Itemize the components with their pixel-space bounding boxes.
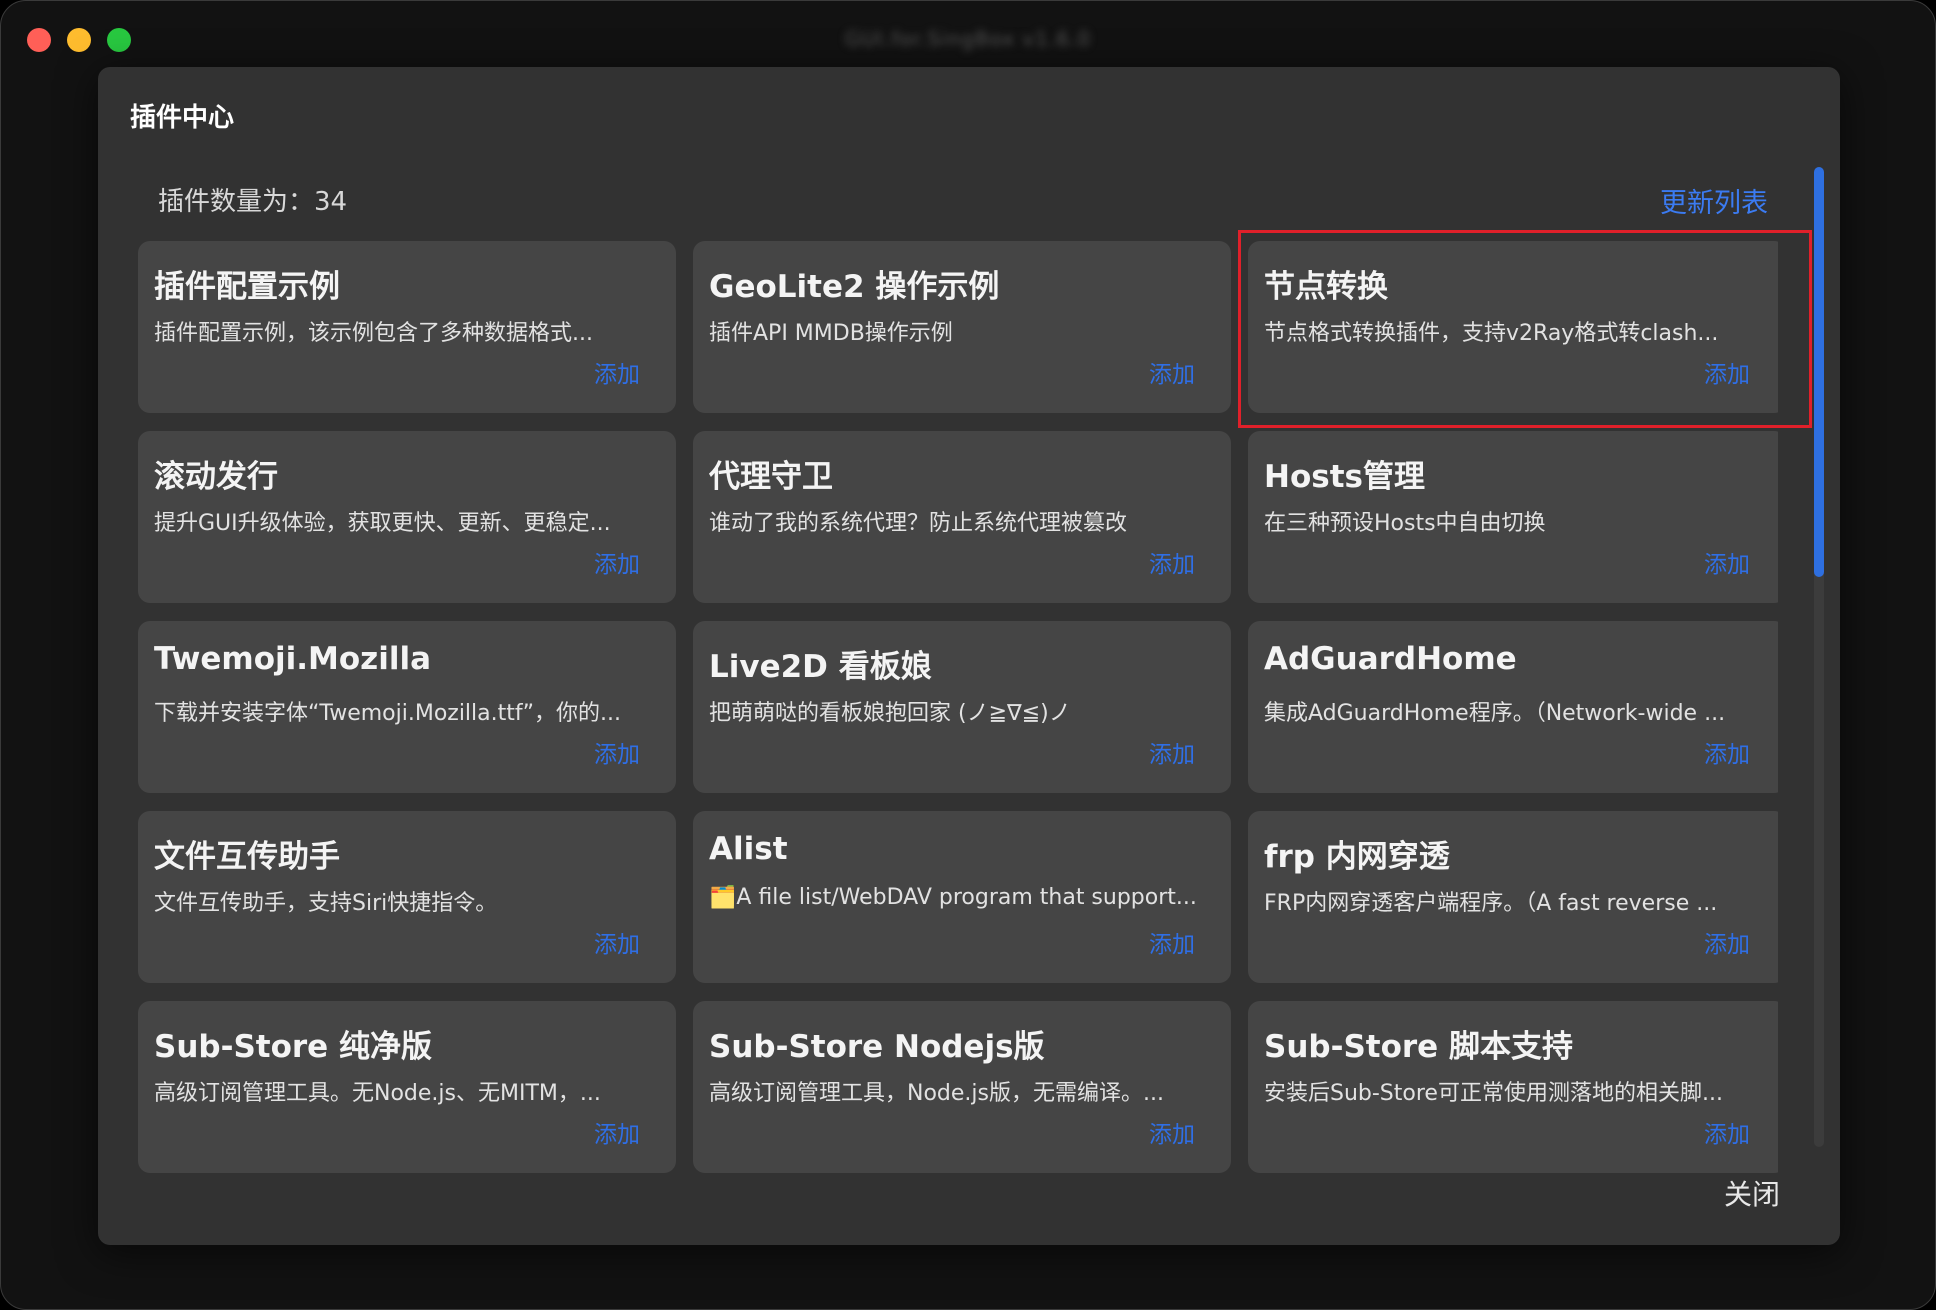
plugin-title: frp 内网穿透	[1264, 839, 1450, 875]
add-plugin-button[interactable]: 添加	[1704, 735, 1750, 769]
window-title: GUI.for.SingBox v1.6.0	[844, 27, 1092, 51]
plugin-list[interactable]: 插件配置示例 插件配置示例，该示例包含了多种数据格式... 添加 GeoLite2 操…	[138, 241, 1778, 1211]
plugin-title: Sub-Store 脚本支持	[1264, 1029, 1574, 1065]
plugin-card[interactable]: Live2D 看板娘把萌萌哒的看板娘抱回家 (ノ≧∇≦)ノ添加	[693, 621, 1231, 793]
add-plugin-button[interactable]: 添加	[1704, 925, 1750, 959]
plugin-title: Live2D 看板娘	[709, 649, 932, 685]
plugin-card[interactable]: Alist 🗂️A file list/WebDAV program that s…	[693, 811, 1231, 983]
plugin-card[interactable]: Twemoji.Mozilla 下载并安装字体“Twemoji.Mozilla.t…	[138, 621, 676, 793]
plugin-card[interactable]: 滚动发行提升GUI升级体验，获取更快、更新、更稳定... 添加	[138, 431, 676, 603]
add-plugin-button[interactable]: 添加	[1149, 735, 1195, 769]
plugin-title: 文件互传助手	[154, 839, 340, 875]
plugin-description: 安装后Sub-Store可正常使用测落地的相关脚...	[1264, 1081, 1723, 1106]
add-plugin-button[interactable]: 添加	[1704, 1115, 1750, 1149]
add-plugin-button[interactable]: 添加	[594, 1115, 640, 1149]
add-plugin-button[interactable]: 添加	[1704, 355, 1750, 389]
plugin-card[interactable]: Sub-Store 纯净版高级订阅管理工具。无Node.js、无MITM，...…	[138, 1001, 676, 1173]
plugin-description: 插件配置示例，该示例包含了多种数据格式...	[154, 321, 593, 346]
plugin-card[interactable]: 文件互传助手文件互传助手，支持Siri快捷指令。添加	[138, 811, 676, 983]
add-plugin-button[interactable]: 添加	[1149, 925, 1195, 959]
plugin-card[interactable]: AdGuardHome 集成AdGuardHome程序。（Network-wide…	[1248, 621, 1778, 793]
plugin-card[interactable]: 代理守卫谁动了我的系统代理？防止系统代理被篡改 添加	[693, 431, 1231, 603]
plugin-description: 插件API MMDB操作示例	[709, 321, 953, 346]
plugin-title: 代理守卫	[709, 459, 833, 495]
plugin-title: 插件配置示例	[154, 269, 340, 305]
add-plugin-button[interactable]: 添加	[594, 545, 640, 579]
plugin-title: Hosts管理	[1264, 459, 1425, 495]
dialog-title: 插件中心	[130, 103, 235, 133]
plugin-card[interactable]: Hosts管理在三种预设Hosts中自由切换添加	[1248, 431, 1778, 603]
plugin-card[interactable]: frp 内网穿透 FRP内网穿透客户端程序。（A fast reverse ...…	[1248, 811, 1778, 983]
plugin-title: AdGuardHome	[1264, 641, 1517, 677]
plugin-title: 节点转换	[1264, 269, 1388, 305]
app-window: GUI.for.SingBox v1.6.0 插件中心 插件数量为：34 更新列…	[0, 0, 1936, 1310]
plugin-title: Alist	[709, 831, 788, 867]
plugin-description: 节点格式转换插件，支持v2Ray格式转clash...	[1264, 321, 1719, 346]
plugin-description: 把萌萌哒的看板娘抱回家 (ノ≧∇≦)ノ	[709, 701, 1071, 726]
scrollbar[interactable]	[1814, 167, 1824, 1147]
plugin-description: FRP内网穿透客户端程序。（A fast reverse ...	[1264, 891, 1718, 916]
plugin-description: 提升GUI升级体验，获取更快、更新、更稳定...	[154, 511, 611, 536]
add-plugin-button[interactable]: 添加	[594, 355, 640, 389]
add-plugin-button[interactable]: 添加	[1149, 355, 1195, 389]
plugin-card[interactable]: 插件配置示例插件配置示例，该示例包含了多种数据格式... 添加	[138, 241, 676, 413]
add-plugin-button[interactable]: 添加	[1149, 1115, 1195, 1149]
add-plugin-button[interactable]: 添加	[594, 925, 640, 959]
plugin-title: 滚动发行	[154, 459, 278, 495]
plugin-card[interactable]: Sub-Store 脚本支持安装后Sub-Store可正常使用测落地的相关脚..…	[1248, 1001, 1778, 1173]
plugin-title: Sub-Store 纯净版	[154, 1029, 433, 1065]
plugin-count: 插件数量为：34	[158, 187, 348, 217]
add-plugin-button[interactable]: 添加	[594, 735, 640, 769]
plugin-title: Twemoji.Mozilla	[154, 641, 432, 677]
plugin-title: GeoLite2 操作示例	[709, 269, 1000, 305]
plugin-description: 谁动了我的系统代理？防止系统代理被篡改	[709, 511, 1128, 536]
plugin-description: 集成AdGuardHome程序。（Network-wide ...	[1264, 701, 1726, 726]
add-plugin-button[interactable]: 添加	[1704, 545, 1750, 579]
plugin-description: 下载并安装字体“Twemoji.Mozilla.ttf”，你的...	[154, 701, 622, 726]
plugin-description: 🗂️A file list/WebDAV program that suppor…	[709, 885, 1197, 910]
close-button[interactable]: 关闭	[1724, 1173, 1780, 1213]
add-plugin-button[interactable]: 添加	[1149, 545, 1195, 579]
plugin-card[interactable]: Sub-Store Nodejs版高级订阅管理工具，Node.js版，无需编译。…	[693, 1001, 1231, 1173]
plugin-description: 在三种预设Hosts中自由切换	[1264, 511, 1546, 536]
plugin-description: 高级订阅管理工具。无Node.js、无MITM，...	[154, 1081, 601, 1106]
plugin-card[interactable]: 节点转换节点格式转换插件，支持v2Ray格式转clash... 添加	[1248, 241, 1778, 413]
plugin-description: 文件互传助手，支持Siri快捷指令。	[154, 891, 498, 916]
scrollbar-thumb[interactable]	[1814, 167, 1824, 577]
plugin-card[interactable]: GeoLite2 操作示例插件API MMDB操作示例添加	[693, 241, 1231, 413]
plugin-description: 高级订阅管理工具，Node.js版，无需编译。...	[709, 1081, 1164, 1106]
plugin-center-dialog: 插件中心 插件数量为：34 更新列表 插件配置示例插件配置示例，该示例包含了多种…	[98, 67, 1840, 1245]
refresh-list-button[interactable]: 更新列表	[1660, 181, 1768, 220]
plugin-title: Sub-Store Nodejs版	[709, 1029, 1045, 1065]
